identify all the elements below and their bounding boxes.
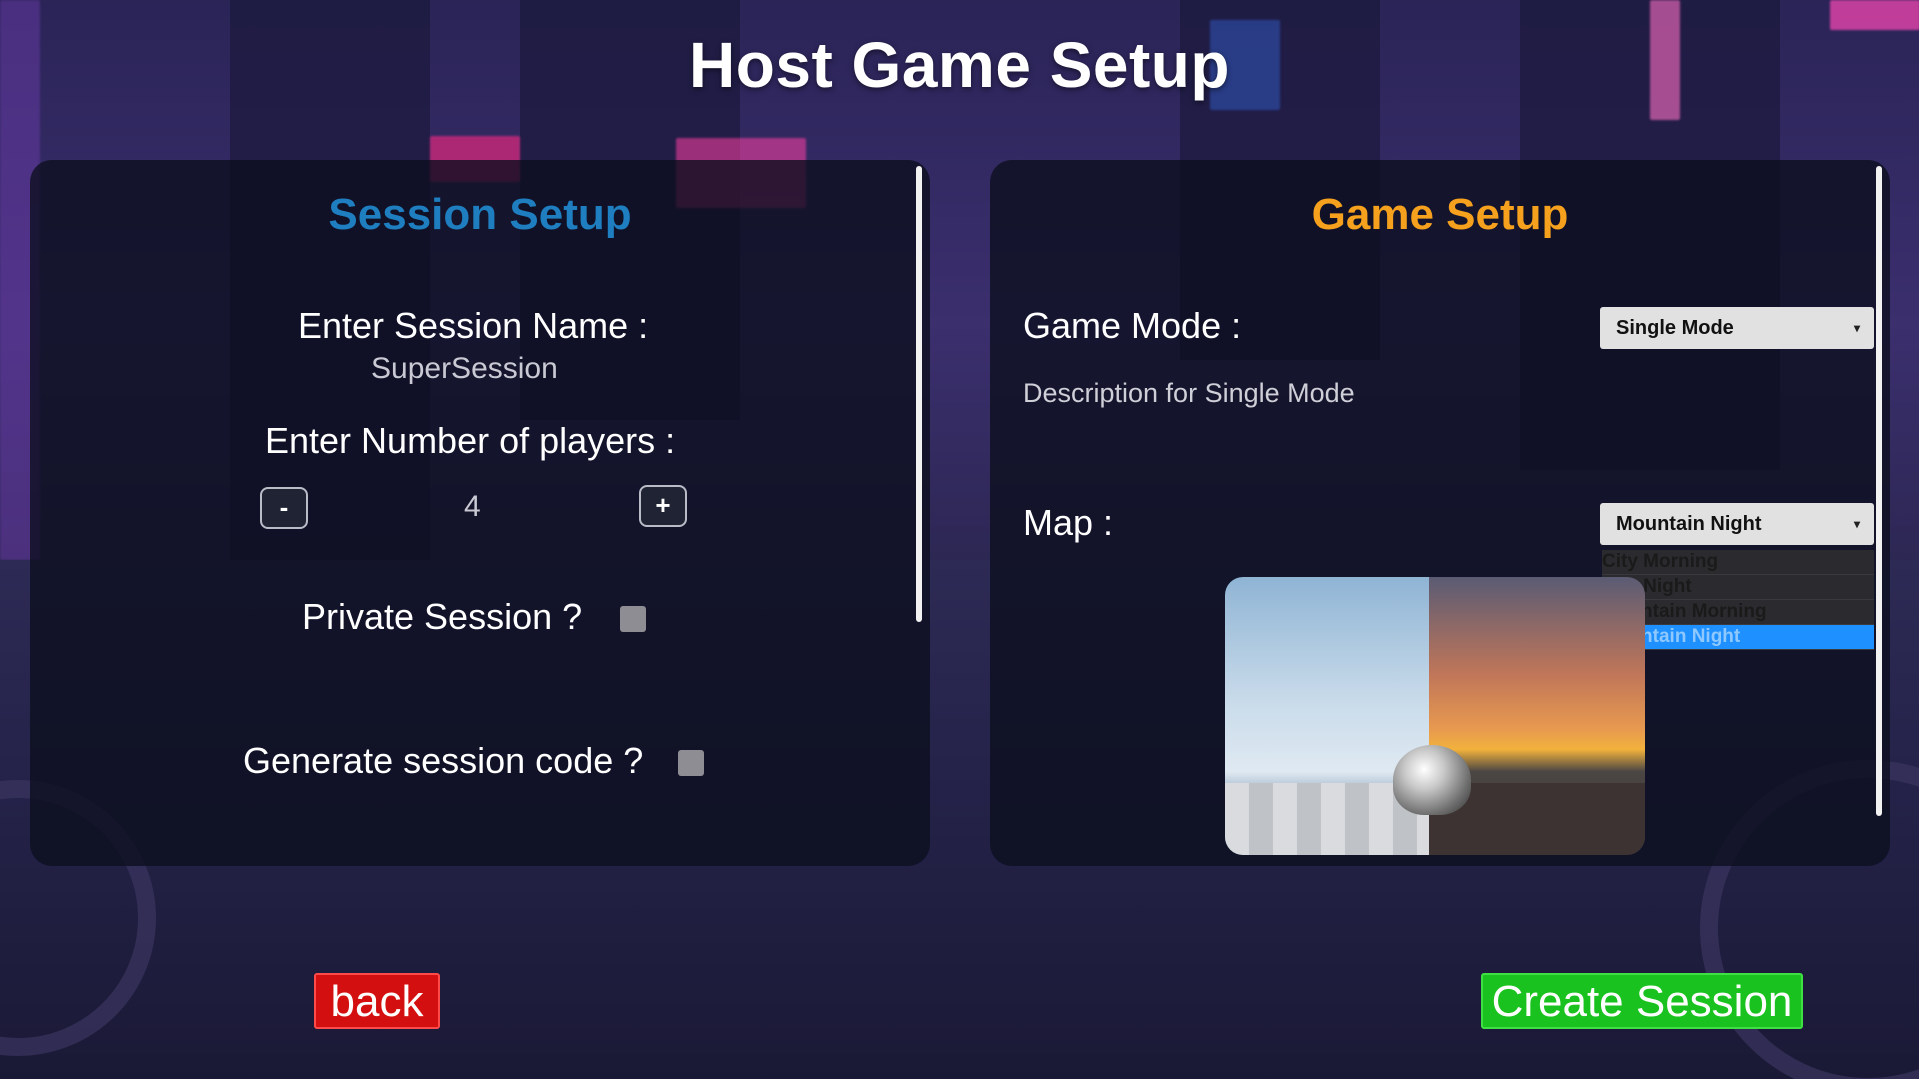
private-session-label: Private Session ?: [302, 596, 583, 637]
game-mode-label: Game Mode :: [1023, 305, 1242, 346]
map-dropdown[interactable]: Mountain Night ▾: [1600, 503, 1874, 545]
map-option-city-morning[interactable]: City Morning: [1602, 550, 1874, 575]
generate-code-label: Generate session code ?: [243, 740, 644, 781]
private-session-checkbox[interactable]: [620, 606, 646, 632]
session-setup-panel: Session Setup Enter Session Name : Super…: [30, 160, 930, 866]
game-panel-scrollbar[interactable]: [1876, 166, 1882, 816]
page-title: Host Game Setup: [689, 29, 1230, 101]
game-mode-selected: Single Mode: [1616, 317, 1734, 339]
game-mode-dropdown[interactable]: Single Mode ▾: [1600, 307, 1874, 349]
robot-icon: [1393, 745, 1471, 815]
players-label: Enter Number of players :: [265, 420, 676, 461]
session-setup-heading: Session Setup: [328, 190, 632, 239]
players-increment-button[interactable]: +: [639, 485, 687, 527]
generate-code-checkbox[interactable]: [678, 750, 704, 776]
map-preview-image: [1225, 577, 1645, 855]
game-mode-description: Description for Single Mode: [1023, 378, 1355, 408]
game-setup-heading: Game Setup: [1311, 190, 1569, 239]
chevron-down-icon: ▾: [1853, 321, 1860, 335]
create-session-button[interactable]: Create Session: [1481, 973, 1803, 1029]
back-button[interactable]: back: [314, 973, 440, 1029]
chevron-down-icon: ▾: [1853, 517, 1860, 531]
session-name-input[interactable]: SuperSession: [371, 352, 558, 386]
session-name-label: Enter Session Name :: [298, 305, 649, 346]
map-label: Map :: [1023, 502, 1114, 543]
map-selected: Mountain Night: [1616, 513, 1762, 535]
players-decrement-button[interactable]: -: [260, 487, 308, 529]
players-count-value[interactable]: 4: [464, 490, 481, 524]
